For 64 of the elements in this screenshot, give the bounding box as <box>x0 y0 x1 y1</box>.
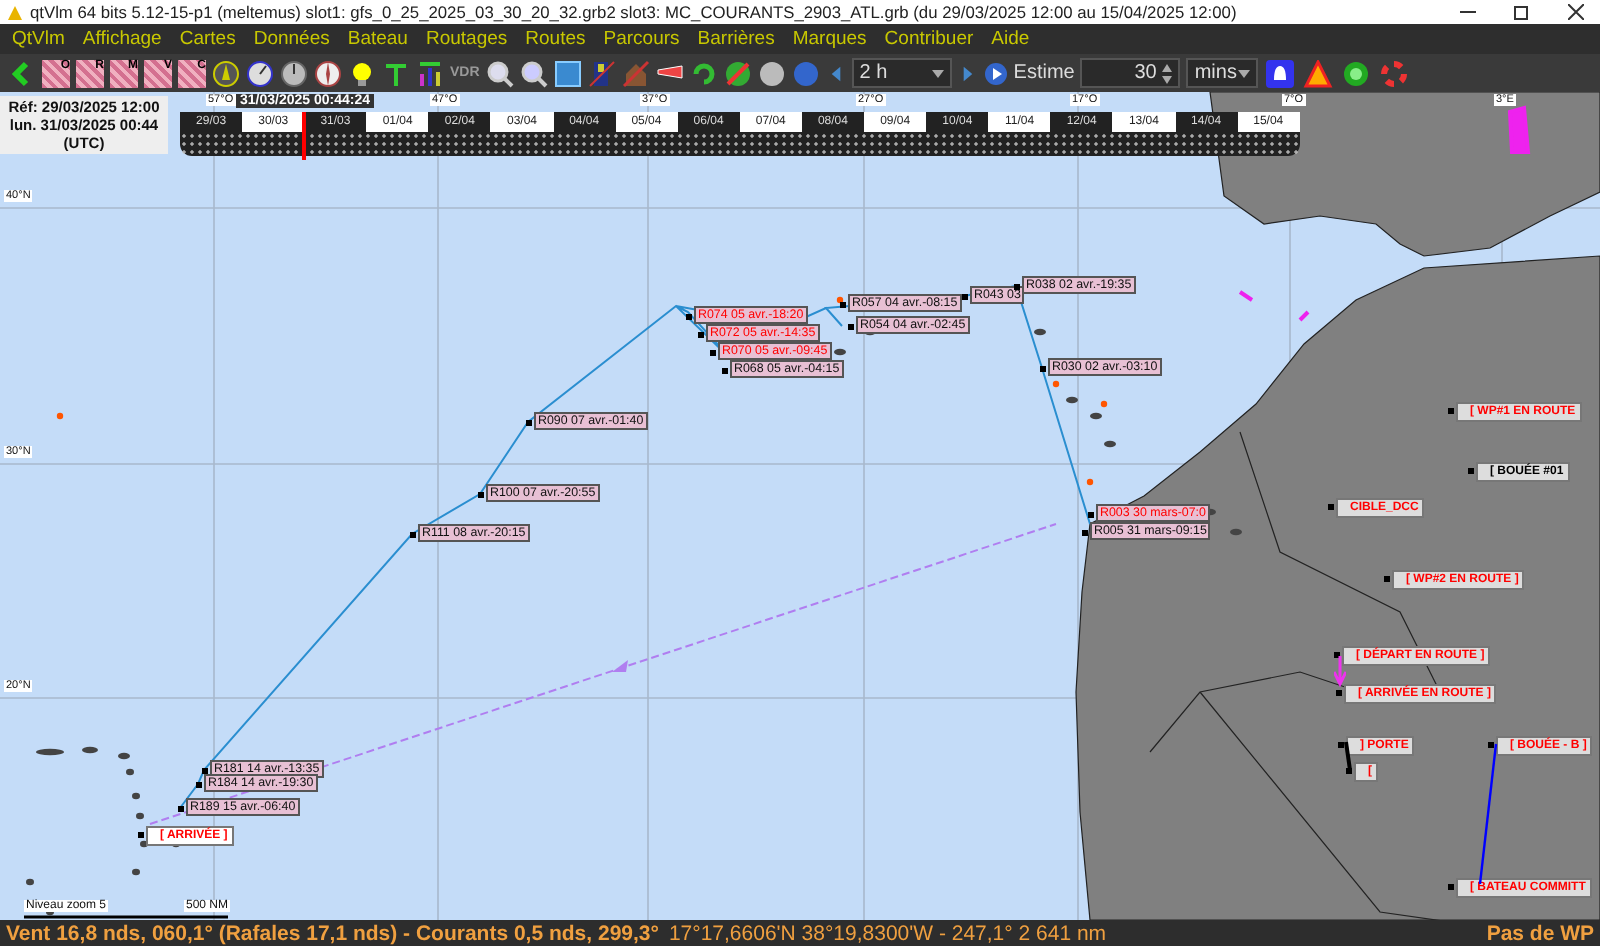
menu-item[interactable]: QtVlm <box>12 28 65 50</box>
caret-icon[interactable] <box>931 69 944 77</box>
target-icon[interactable] <box>1340 59 1373 87</box>
map-square-icon[interactable] <box>553 59 582 87</box>
route-point-marker[interactable] <box>410 532 416 538</box>
estimate-button[interactable]: Estime <box>983 61 1075 85</box>
warning-icon[interactable] <box>1302 59 1335 87</box>
gate-line <box>1344 740 1352 772</box>
route-point-marker[interactable] <box>1040 366 1046 372</box>
menu-item[interactable]: Routages <box>425 28 508 50</box>
menu-item[interactable]: Affichage <box>82 28 162 50</box>
disc-icon[interactable] <box>757 59 786 87</box>
menu-item[interactable]: Barrières <box>697 28 775 50</box>
zoom-out-icon[interactable] <box>519 59 548 87</box>
menu-item[interactable]: Données <box>253 28 330 50</box>
route-point-marker[interactable] <box>710 350 716 356</box>
route-point-marker[interactable] <box>962 294 968 300</box>
route-point-marker[interactable] <box>196 782 202 788</box>
menu-item[interactable]: Cartes <box>179 28 236 50</box>
waypoint-arrow <box>1334 656 1346 688</box>
menu-item[interactable]: Marques <box>792 28 867 50</box>
route-point-marker[interactable] <box>848 324 854 330</box>
route-point-marker[interactable] <box>840 302 846 308</box>
wind-status: Vent 16,8 nds, 060,1° (Rafales 17,1 nds) - Courants 0,5 nds, 299,3° <box>6 921 659 945</box>
zoom-icon[interactable] <box>485 59 514 87</box>
spin-arrows-icon[interactable] <box>1162 63 1173 83</box>
flag-icon[interactable] <box>587 59 616 87</box>
time-cursor[interactable] <box>301 112 306 160</box>
position-status: 17°17,6606'N 38°19,8300'W - 247,1° 2 641 nm <box>668 921 1109 945</box>
unit-dropdown[interactable]: mins <box>1186 58 1259 88</box>
route-point-marker[interactable] <box>202 768 208 774</box>
route-point-marker[interactable] <box>178 806 184 812</box>
play-icon[interactable] <box>983 61 1008 85</box>
route-point-marker[interactable] <box>1088 512 1094 518</box>
estimate-spinbox[interactable]: 30 <box>1080 58 1181 88</box>
menu-item[interactable]: Parcours <box>603 28 680 50</box>
menu-item[interactable]: Contribuer <box>884 28 974 50</box>
step-dropdown[interactable]: 2 h <box>851 58 952 88</box>
caret-icon[interactable] <box>1238 69 1251 77</box>
route-point-marker[interactable] <box>722 368 728 374</box>
route-point-marker[interactable] <box>1014 284 1020 290</box>
gauge-icon[interactable] <box>246 59 274 87</box>
chart-map[interactable] <box>0 92 1600 920</box>
maximize-icon[interactable] <box>1514 4 1530 20</box>
window-title: qtVlm 64 bits 5.12-15-p1 (meltemus) slot1: gfs_0_25_2025_03_30_20_32.grb2 slot3: MC_COURANTS_2903_ATL.grb (du 29/03/2025 12:00 au 15/04/2025 12:00) <box>30 2 1239 22</box>
waypoint-status: Pas de WP <box>1486 921 1594 945</box>
route-point-marker[interactable] <box>526 420 532 426</box>
menu-item[interactable]: Bateau <box>347 28 408 50</box>
bar-chart-icon[interactable] <box>416 59 444 87</box>
menu-item[interactable]: Routes <box>525 28 586 50</box>
route-point-marker[interactable] <box>698 332 704 338</box>
route-point-marker[interactable] <box>478 492 484 498</box>
globe-crossed-icon[interactable] <box>723 59 752 87</box>
route-point-marker[interactable] <box>1082 530 1088 536</box>
mark-point[interactable] <box>1334 652 1340 658</box>
recycle-icon[interactable] <box>689 59 718 87</box>
dial-icon[interactable] <box>280 59 308 87</box>
menu-item[interactable]: Aide <box>991 28 1030 50</box>
compass-rose-icon[interactable] <box>314 59 342 87</box>
close-icon[interactable] <box>1568 4 1584 20</box>
bell-icon[interactable] <box>1264 59 1297 87</box>
light-bulb-icon[interactable] <box>348 59 376 87</box>
compass-icon[interactable] <box>212 59 240 87</box>
route-point-marker[interactable] <box>686 314 692 320</box>
